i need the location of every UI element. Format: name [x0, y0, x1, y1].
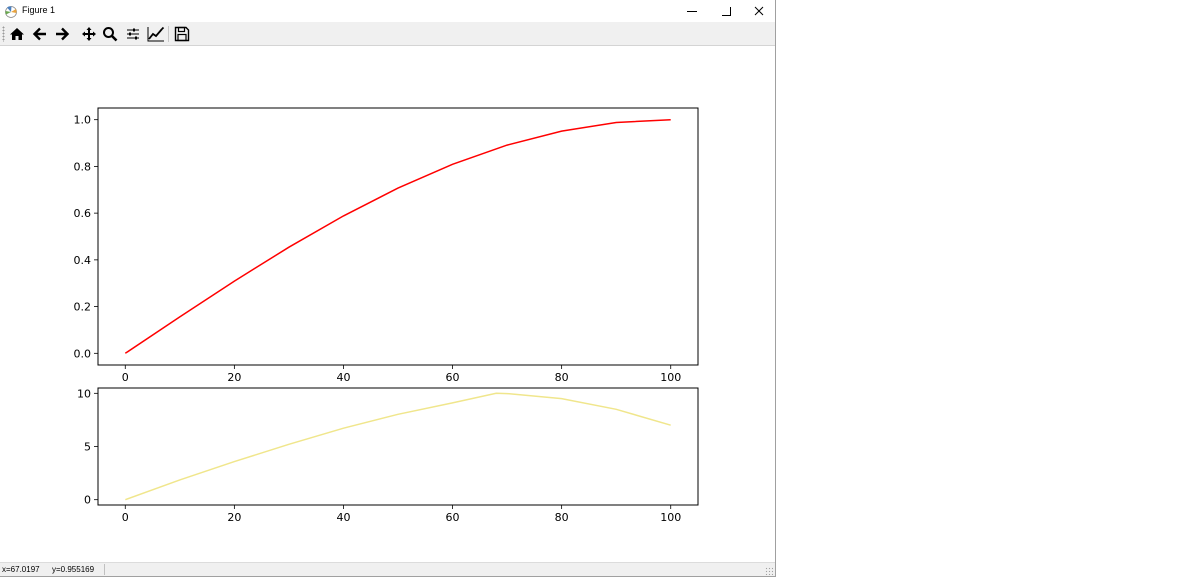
- series-line-2-1: [125, 392, 671, 501]
- series-line-1-1: [124, 118, 671, 354]
- minimize-button[interactable]: [675, 0, 709, 22]
- pan-button[interactable]: [79, 25, 99, 43]
- close-button[interactable]: [742, 0, 776, 22]
- zoom-button[interactable]: [100, 25, 120, 43]
- status-divider: [104, 564, 105, 575]
- toolbar-separator: [168, 26, 169, 42]
- x-tick-label-2-0: 0: [122, 511, 129, 524]
- minimize-icon: [687, 11, 697, 12]
- x-tick-label-1-0: 0: [122, 371, 129, 384]
- matplotlib-logo-icon: [4, 4, 18, 18]
- back-icon: [32, 27, 46, 41]
- forward-icon: [56, 27, 70, 41]
- subplots-button[interactable]: [123, 25, 143, 43]
- restore-button[interactable]: [709, 0, 743, 22]
- save-button[interactable]: [172, 25, 192, 43]
- x-tick-label-1-2: 40: [336, 371, 350, 384]
- x-tick-label-2-1: 20: [227, 511, 241, 524]
- x-tick-label-2-4: 80: [555, 511, 569, 524]
- close-icon: [754, 6, 764, 16]
- restore-icon: [722, 7, 731, 16]
- home-button[interactable]: [7, 25, 27, 43]
- back-button[interactable]: [30, 25, 50, 43]
- zoom-icon: [103, 27, 118, 42]
- edit-curves-button[interactable]: [146, 25, 166, 43]
- figure-window: Figure 1 0 20 40 60 80 100 0.0 0.2 0.4 0…: [0, 0, 776, 577]
- y-tick-label-2-1: 5: [84, 441, 91, 454]
- y-tick-label-1-5: 1.0: [74, 114, 92, 127]
- axes-top: 0 20 40 60 80 100 0.0 0.2 0.4 0.6 0.8 1.0: [74, 107, 699, 384]
- subplots-icon: [127, 28, 139, 40]
- axes-frame-2: [97, 387, 699, 506]
- save-icon: [174, 26, 190, 42]
- status-x-coordinate: x=67.0197: [2, 565, 40, 574]
- y-tick-label-1-4: 0.8: [74, 160, 92, 173]
- y-tick-label-1-1: 0.2: [74, 301, 92, 314]
- y-tick-label-1-3: 0.6: [74, 207, 92, 220]
- axes-bottom: 0 20 40 60 80 100 0 5 10: [77, 387, 699, 524]
- pan-icon: [82, 27, 96, 41]
- y-tick-label-1-2: 0.4: [74, 254, 92, 267]
- toolbar-grip: [2, 26, 5, 42]
- x-tick-label-2-2: 40: [336, 511, 350, 524]
- edit-curves-icon: [147, 26, 165, 42]
- y-tick-label-1-0: 0.0: [74, 347, 92, 360]
- status-bar: x=67.0197 y=0.955169: [0, 562, 775, 576]
- figure-svg: 0 20 40 60 80 1000.00.20.40.60.81.0 0 20 40 60 80…: [74, 107, 699, 524]
- x-tick-label-1-4: 80: [555, 371, 569, 384]
- x-tick-label-1-3: 60: [446, 371, 460, 384]
- figure-canvas[interactable]: 0 20 40 60 80 100 0.0 0.2 0.4 0.6 0.8 1.0 0 20 40 60 80…: [0, 46, 775, 562]
- window-title: Figure 1: [22, 5, 56, 15]
- y-tick-label-2-0: 0: [84, 494, 91, 507]
- home-icon: [10, 28, 24, 40]
- navigation-toolbar: [0, 22, 775, 46]
- x-tick-label-2-5: 100: [660, 511, 681, 524]
- forward-button[interactable]: [52, 25, 72, 43]
- x-tick-label-2-3: 60: [446, 511, 460, 524]
- x-tick-label-1-5: 100: [660, 371, 681, 384]
- status-y-coordinate: y=0.955169: [52, 565, 95, 574]
- resize-grip[interactable]: [765, 567, 773, 575]
- x-tick-label-1-1: 20: [227, 371, 241, 384]
- title-bar: Figure 1: [0, 0, 775, 22]
- axes-frame-1: [97, 107, 699, 366]
- y-tick-label-2-2: 10: [77, 387, 91, 400]
